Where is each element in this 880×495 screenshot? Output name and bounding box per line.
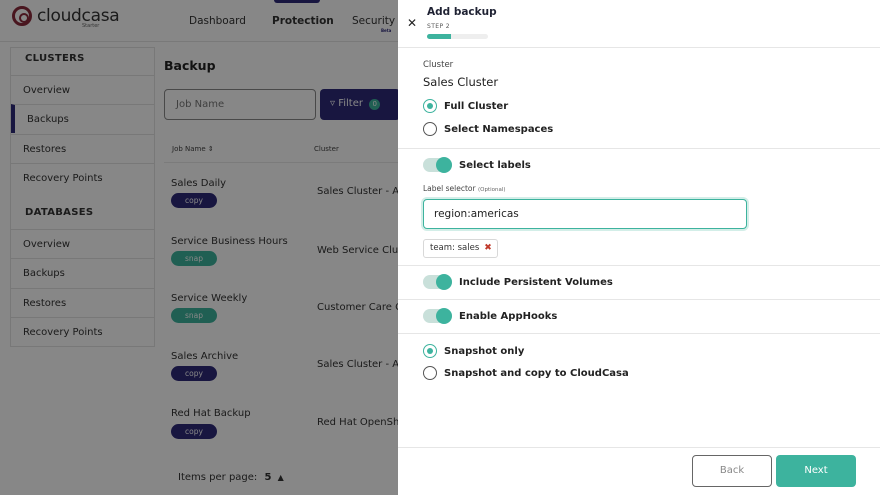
toggle-label: Enable AppHooks (459, 310, 558, 322)
divider (398, 265, 880, 266)
step-label: STEP 2 (427, 23, 451, 30)
toggle-switch[interactable] (423, 308, 452, 324)
cluster-value: Sales Cluster (423, 75, 499, 89)
divider (398, 47, 880, 48)
radio-label: Select Namespaces (444, 123, 554, 135)
radio-label: Snapshot only (444, 345, 525, 357)
step-progress-fill (427, 34, 452, 39)
label-chip: team: sales ✖ (423, 239, 498, 258)
radio-label: Snapshot and copy to CloudCasa (444, 367, 629, 379)
toggle-knob (436, 157, 452, 173)
radio-full-cluster[interactable]: Full Cluster (423, 99, 508, 113)
radio-snapshot-and-copy[interactable]: Snapshot and copy to CloudCasa (423, 366, 629, 380)
cluster-label: Cluster (423, 60, 454, 70)
divider (398, 333, 880, 334)
toggle-knob (436, 274, 452, 290)
label-selector-input[interactable]: region:americas (423, 199, 747, 229)
chip-label: team: sales (430, 243, 480, 253)
drawer-title: Add backup (427, 6, 497, 18)
radio-select-namespaces[interactable]: Select Namespaces (423, 122, 553, 136)
back-button[interactable]: Back (692, 455, 772, 487)
next-button[interactable]: Next (776, 455, 856, 487)
optional-tag: (Optional) (477, 187, 506, 193)
toggle-knob (436, 308, 452, 324)
radio-button[interactable] (423, 366, 437, 380)
toggle-enable-apphooks[interactable]: Enable AppHooks (423, 308, 558, 324)
toggle-include-persistent-volumes[interactable]: Include Persistent Volumes (423, 274, 613, 290)
radio-snapshot-only[interactable]: Snapshot only (423, 344, 524, 358)
radio-label: Full Cluster (444, 100, 509, 112)
radio-button[interactable] (423, 99, 437, 113)
toggle-label: Select labels (459, 159, 531, 171)
toggle-switch[interactable] (423, 157, 452, 173)
radio-button[interactable] (423, 344, 437, 358)
step-progress-bar (427, 34, 488, 39)
add-backup-drawer: ✕ Add backup STEP 2 Cluster Sales Cluste… (398, 0, 880, 495)
divider (398, 148, 880, 149)
label-selector-label: Label selector (Optional) (423, 184, 506, 193)
toggle-select-labels[interactable]: Select labels (423, 157, 531, 173)
toggle-switch[interactable] (423, 274, 452, 290)
remove-chip-icon[interactable]: ✖ (484, 243, 492, 253)
toggle-label: Include Persistent Volumes (459, 276, 613, 288)
footer-divider (398, 447, 880, 448)
close-icon[interactable]: ✕ (407, 16, 417, 30)
radio-button[interactable] (423, 122, 437, 136)
divider (398, 299, 880, 300)
